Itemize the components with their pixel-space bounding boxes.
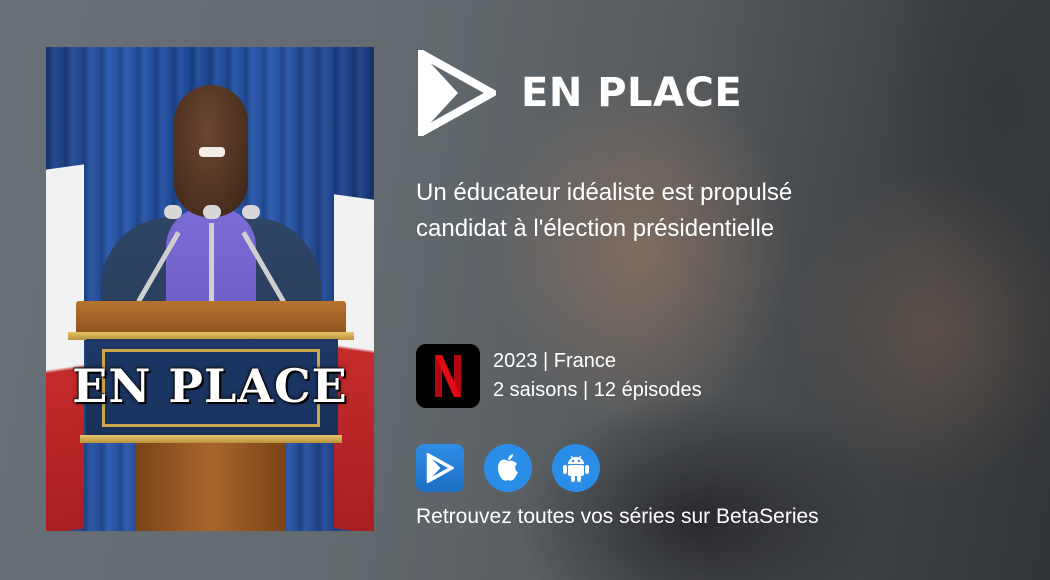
netflix-icon[interactable] <box>416 344 480 408</box>
betaseries-icon[interactable] <box>416 444 464 492</box>
netflix-n-icon <box>435 355 461 397</box>
poster-podium-trim <box>80 435 342 443</box>
poster-flag-left <box>46 164 84 531</box>
show-meta: 2023 | France 2 saisons | 12 épisodes <box>493 347 702 405</box>
poster-mic <box>164 205 182 219</box>
show-poster[interactable]: EN PLACE <box>46 47 374 531</box>
betaseries-logo-icon[interactable] <box>418 50 496 136</box>
poster-mic-stand <box>209 223 214 303</box>
poster-mic <box>203 205 221 219</box>
poster-title: EN PLACE <box>72 359 348 413</box>
tagline-line: candidat à l'élection présidentielle <box>416 215 775 242</box>
poster-podium-base <box>136 443 286 531</box>
year-country: 2023 | France <box>493 350 617 372</box>
poster-podium-top <box>76 301 346 335</box>
poster-person-mouth <box>199 147 225 157</box>
android-icon[interactable] <box>552 444 600 492</box>
betaseries-play-icon <box>426 453 454 483</box>
android-robot-icon <box>563 455 589 482</box>
apple-logo-icon <box>498 454 518 481</box>
poster-mic <box>242 205 260 219</box>
tagline-line: Un éducateur idéaliste est propulsé <box>416 179 793 206</box>
footer-promo-text[interactable]: Retrouvez toutes vos séries sur BetaSeri… <box>416 505 819 529</box>
seasons-episodes: 2 saisons | 12 épisodes <box>493 379 702 401</box>
show-tagline: Un éducateur idéaliste est propulsé cand… <box>416 175 916 247</box>
show-title: EN PLACE <box>521 70 743 116</box>
apple-icon[interactable] <box>484 444 532 492</box>
